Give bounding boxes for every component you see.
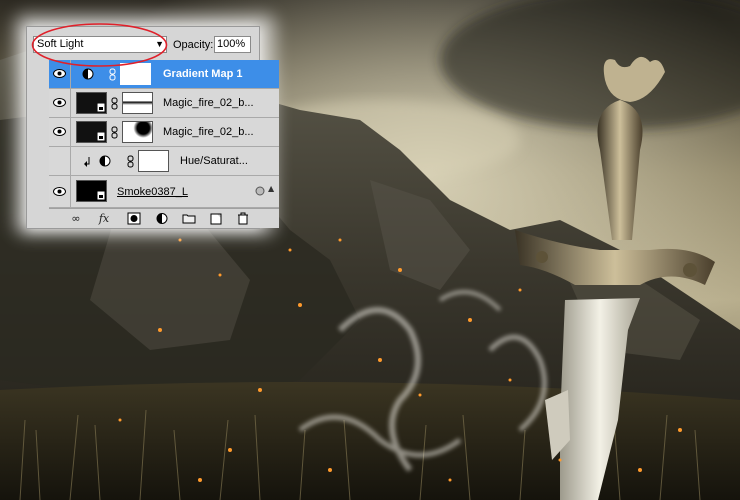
annotation-circle bbox=[31, 23, 168, 67]
eye-icon bbox=[53, 98, 66, 107]
opacity-input[interactable]: 100% bbox=[214, 36, 251, 53]
layers-bottom-toolbar: ∞ fx bbox=[49, 208, 279, 228]
layer-row-smoke[interactable]: Smoke0387_L bbox=[49, 176, 279, 208]
layer-name: Gradient Map 1 bbox=[163, 68, 243, 80]
link-layers-icon[interactable]: ∞ bbox=[69, 212, 83, 225]
layer-row-hue-saturation[interactable]: Hue/Saturat... bbox=[49, 147, 279, 176]
layer-style-icon[interactable] bbox=[255, 186, 265, 196]
layer-row-magic-fire-2[interactable]: Magic_fire_02_b... bbox=[49, 118, 279, 147]
layer-name: Hue/Saturat... bbox=[180, 155, 248, 167]
adjustment-layer-icon bbox=[82, 68, 94, 80]
layer-mask-thumbnail[interactable] bbox=[122, 121, 153, 143]
trash-icon[interactable] bbox=[236, 212, 250, 225]
eye-icon bbox=[53, 187, 66, 196]
layer-thumbnail[interactable] bbox=[76, 180, 107, 202]
layer-thumbnail[interactable] bbox=[76, 121, 107, 143]
new-layer-icon[interactable] bbox=[209, 212, 223, 225]
clipping-arrow-icon bbox=[84, 157, 90, 167]
fx-icon[interactable]: fx bbox=[97, 212, 111, 225]
eye-icon bbox=[53, 127, 66, 136]
layer-mask-thumbnail[interactable] bbox=[138, 150, 169, 172]
layer-row-magic-fire-1[interactable]: Magic_fire_02_b... bbox=[49, 89, 279, 118]
folder-icon[interactable] bbox=[182, 212, 196, 225]
chain-link-icon[interactable] bbox=[109, 68, 116, 81]
visibility-toggle[interactable] bbox=[49, 176, 71, 207]
smart-object-icon bbox=[97, 191, 105, 200]
layer-name: Smoke0387_L bbox=[117, 186, 188, 198]
opacity-label: Opacity: bbox=[173, 39, 214, 51]
visibility-toggle[interactable] bbox=[49, 118, 71, 146]
layer-name: Magic_fire_02_b... bbox=[163, 97, 254, 109]
layer-mask-thumbnail[interactable] bbox=[122, 92, 153, 114]
layer-name: Magic_fire_02_b... bbox=[163, 126, 254, 138]
layer-thumbnail[interactable] bbox=[76, 92, 107, 114]
scroll-up-arrow-icon[interactable]: ▲ bbox=[268, 184, 274, 193]
adjustment-icon[interactable] bbox=[155, 212, 169, 225]
add-mask-icon[interactable] bbox=[127, 212, 141, 225]
smart-object-icon bbox=[97, 103, 105, 112]
chain-link-icon[interactable] bbox=[111, 97, 118, 110]
smart-object-icon bbox=[97, 132, 105, 141]
visibility-toggle[interactable] bbox=[49, 89, 71, 117]
adjustment-layer-icon bbox=[99, 155, 111, 167]
chain-link-icon[interactable] bbox=[127, 155, 134, 168]
visibility-toggle[interactable] bbox=[49, 147, 71, 175]
eye-icon bbox=[53, 69, 66, 78]
chain-link-icon[interactable] bbox=[111, 126, 118, 139]
